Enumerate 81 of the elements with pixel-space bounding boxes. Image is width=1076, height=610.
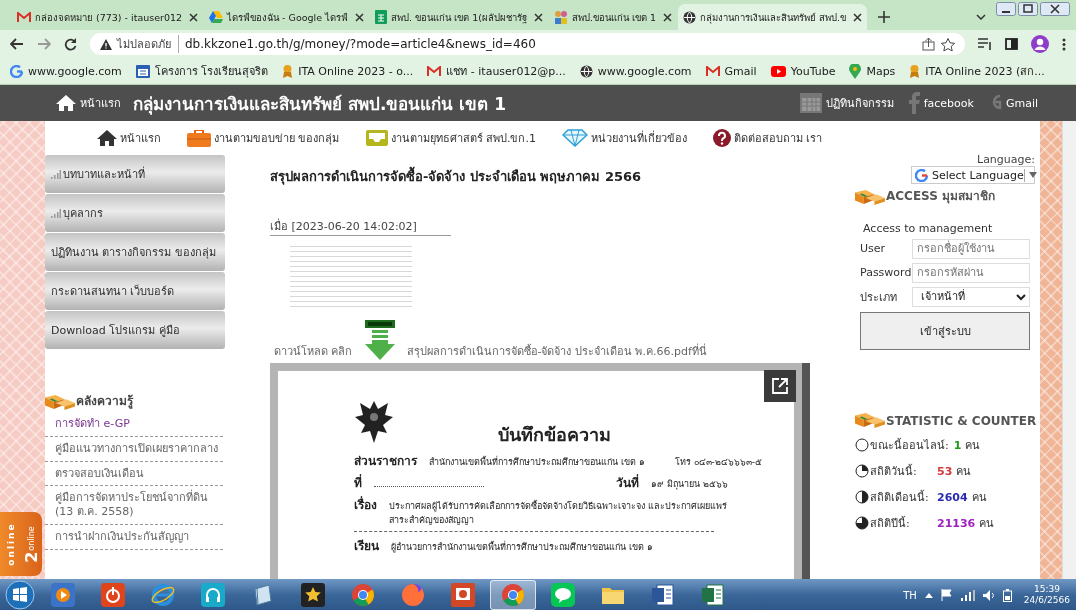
field-label: วันที่	[616, 473, 639, 492]
home-link[interactable]: หน้าแรก	[56, 94, 121, 112]
sidebar-item[interactable]: ปฏิทินงาน ตารางกิจกรรม ของกลุ่ม	[45, 233, 225, 271]
bookmark[interactable]: www.google.com	[579, 64, 692, 78]
field-label: User	[859, 242, 887, 255]
stat-unit: คน	[965, 438, 981, 454]
badge-label: online	[6, 522, 16, 566]
address-bar[interactable]: ไม่ปลอดภัย db.kkzone1.go.th/g/money/?mode=article4&news_id=460	[90, 33, 965, 55]
language-select[interactable]: Select Language	[911, 166, 1035, 184]
password-field[interactable]: กรอกรหัสผ่าน	[912, 262, 1030, 283]
knowledge-link[interactable]: การนำฝากเงินประกันสัญญา	[45, 524, 223, 550]
bookmark[interactable]: โครงการ โรงเรียนสุจริต	[135, 62, 269, 80]
bookmark[interactable]: แชท - itauser012@p...	[427, 62, 566, 80]
sidebar-item[interactable]: บุคลากร	[45, 194, 225, 232]
document-heading: บันทึกข้อความ	[496, 423, 612, 447]
stat-value: 21136	[937, 516, 976, 530]
field-label: เรียน	[354, 538, 379, 555]
language-label: Language:	[976, 153, 1035, 166]
stat-label: สถิติวันนี้:	[870, 463, 918, 480]
field-label: เรื่อง	[354, 495, 377, 514]
online-count: 2	[21, 551, 41, 563]
field-label: ที่	[354, 473, 362, 492]
file-link[interactable]: สรุปผลการดำเนินการจัดซื้อ-จัดจ้าง ประจำเดือน พ.ค.66.pdfที่นี่	[406, 342, 707, 360]
header-link[interactable]: facebook	[907, 92, 974, 114]
stat-unit: คน	[956, 464, 972, 480]
bookmark[interactable]: YouTube	[770, 64, 836, 78]
stat-value: 2604	[937, 490, 968, 504]
field-value: โทร ๐๔๓-๒๔๖๖๖๓-๕	[674, 456, 763, 469]
browser-tab[interactable]: กลุ่มงานการเงินและสินทรัพย์ สพป.ข	[678, 4, 868, 30]
section-heading: คลังความรู้	[76, 393, 133, 410]
field-value: ๑๙ มิถุนายน ๒๕๖๖	[651, 478, 728, 491]
bookmark[interactable]: www.google.com	[10, 64, 122, 78]
header-link[interactable]: Gmail	[987, 92, 1038, 114]
field-label: ส่วนราชการ	[354, 453, 417, 470]
keyboard-language[interactable]: TH	[903, 589, 917, 601]
stat-label: ขณะนี้ออนไลน์:	[870, 437, 949, 454]
security-chip[interactable]: ไม่ปลอดภัย	[100, 35, 179, 53]
field-value: ประกาศผลผู้ได้รับการคัดเลือกการจัดซื้อจัดจ้างโดยวิธีเฉพาะเจาะจง และประกาศเผยแพร่ สาระสำคัญของสัญญา	[389, 500, 728, 527]
browser-tab[interactable]: สพป.ขอนแก่น เขต 1	[548, 4, 678, 30]
bookmark[interactable]: Gmail	[705, 64, 757, 78]
sidebar-item[interactable]: กระดานสนทนา เว็บบอร์ด	[45, 272, 225, 310]
nav-link[interactable]: หน้าแรก	[97, 129, 161, 147]
bookmark[interactable]: Maps	[849, 63, 896, 79]
bookmark[interactable]: ITA Online 2023 (สก...	[909, 62, 1045, 80]
site-title: กลุ่มงานการเงินและสินทรัพย์ สพป.ขอนแก่น เขต 1	[133, 92, 508, 117]
panel-subtitle: Access to management	[863, 222, 994, 235]
stat-unit: คน	[979, 516, 995, 532]
section-heading: STATISTIC & COUNTER	[886, 414, 1037, 428]
sidebar-item[interactable]: บทบาทและหน้าที่	[45, 155, 225, 193]
browser-tab[interactable]: สพป. ขอนแก่น เขต 1(ผลัปผชารัฐ	[370, 4, 548, 30]
post-date: เมื่อ [2023-06-20 14:02:02]	[270, 217, 451, 236]
browser-tab[interactable]: กล่องจดหมาย (773) - itauser012	[12, 4, 204, 30]
stat-unit: คน	[971, 490, 987, 506]
knowledge-link[interactable]: ตรวจสอบเงินเดือน	[45, 461, 223, 487]
sidebar-item[interactable]: Download โปรแกรม คู่มือ	[45, 311, 225, 349]
field-label: Password	[859, 266, 912, 279]
badge-label: online	[26, 525, 36, 551]
bookmark[interactable]: ITA Online 2023 - o...	[282, 64, 414, 78]
field-value: ผู้อำนวยการสำนักงานเขตพื้นที่การศึกษาประถมศึกษาขอนแก่น เขต ๑	[391, 540, 653, 554]
nav-link[interactable]: หน่วยงานที่เกี่ยวข้อง	[562, 129, 687, 147]
nav-link[interactable]: งานตามขอบข่าย ของกลุ่ม	[187, 129, 340, 147]
knowledge-link[interactable]: คู่มือการจัดหาประโยชน์จากที่ดิน (13 ต.ค. 2558)	[45, 486, 223, 525]
field-value: สำนักงานเขตพื้นที่การศึกษาประถมศึกษาขอนแก่น เขต ๑	[429, 455, 645, 469]
knowledge-link[interactable]: คู่มือแนวทางการเปิดเผยราคากลาง	[45, 436, 223, 462]
download-label: ดาวน์โหลด คลิก	[274, 344, 353, 360]
stat-label: สถิติเดือนนี้:	[870, 489, 930, 506]
login-button[interactable]: เข้าสู่ระบบ	[860, 312, 1030, 350]
knowledge-link[interactable]: การจัดทำ e-GP	[45, 412, 223, 437]
browser-tab[interactable]: ไดรฟ์ของฉัน - Google ไดรฟ์	[204, 4, 370, 30]
nav-link[interactable]: ติดต่อสอบถาม เรา	[713, 129, 823, 147]
section-heading: ACCESS มุมสมาชิก	[886, 188, 996, 205]
nav-link[interactable]: งานตามยุทธศาสตร์ สพป.ขก.1	[365, 129, 536, 147]
user-field[interactable]: กรอกชื่อผู้ใช้งาน	[912, 238, 1030, 259]
clock[interactable]: 15:39 24/6/2566	[1023, 584, 1070, 606]
stat-label: สถิติปีนี้:	[870, 515, 911, 532]
type-select[interactable]: เจ้าหน้าที่	[912, 286, 1030, 307]
field-label: ประเภท	[859, 289, 898, 306]
stat-value: 1	[953, 438, 962, 452]
stat-value: 53	[937, 464, 953, 478]
header-link[interactable]: ปฏิทินกิจกรรม	[799, 93, 894, 113]
article-title: สรุปผลการดำเนินการจัดซื้อ-จัดจ้าง ประจำเดือน พฤษภาคม 2566	[270, 166, 810, 187]
